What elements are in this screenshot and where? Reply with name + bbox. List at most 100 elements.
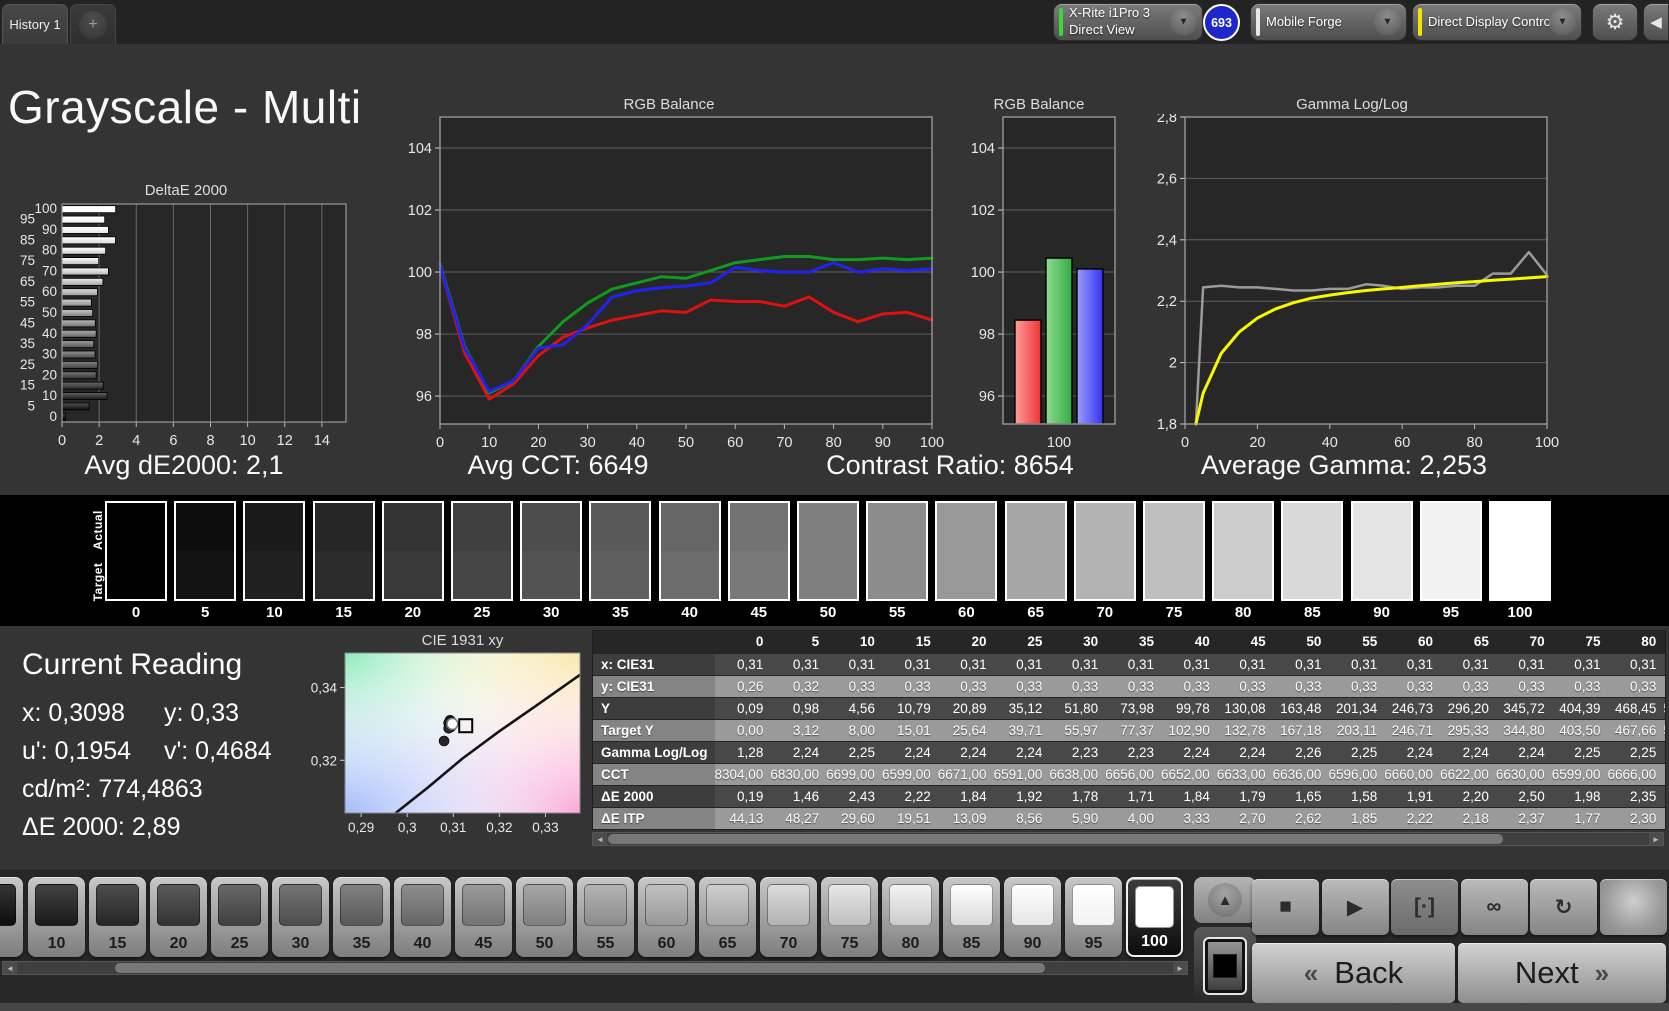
deltae-chart-plot: 1009590858075706560555045403530252015105… <box>20 201 347 449</box>
pattern-window-icon <box>1203 937 1247 995</box>
table-scrollbar-thumb[interactable] <box>608 834 1503 844</box>
swatch-level-label: 45 <box>750 604 768 621</box>
meter-status-accent <box>1059 8 1063 36</box>
svg-text:20: 20 <box>1249 435 1265 451</box>
pattern-level-button-75[interactable]: 75 <box>821 877 878 957</box>
swatch-actual-target <box>935 501 998 601</box>
table-cell: 1,91 <box>1384 785 1441 808</box>
pattern-level-button-30[interactable]: 30 <box>272 877 329 957</box>
table-col-header: 45 <box>1216 631 1273 654</box>
source-device-button[interactable]: Mobile Forge ▼ <box>1250 3 1407 41</box>
grayscale-swatch-0: 0 <box>105 501 167 621</box>
table-cell: 2,24 <box>770 741 827 764</box>
svg-text:80: 80 <box>826 435 842 451</box>
table-cell: 0,19 <box>714 785 771 808</box>
back-button[interactable]: « Back <box>1252 943 1455 1003</box>
pattern-level-button-100[interactable]: 100 <box>1126 877 1183 957</box>
pattern-level-button-70[interactable]: 70 <box>760 877 817 957</box>
tab-history-1[interactable]: History 1 <box>2 4 68 44</box>
play-button[interactable]: ▶ <box>1321 879 1389 935</box>
settings-button[interactable]: ⚙ <box>1592 3 1638 41</box>
pattern-level-button-60[interactable]: 60 <box>638 877 695 957</box>
pattern-level-button-40[interactable]: 40 <box>394 877 451 957</box>
table-cell: 10,79 <box>881 697 938 720</box>
control-status-accent <box>1418 8 1422 36</box>
extra-button[interactable] <box>1599 879 1667 935</box>
svg-text:50: 50 <box>42 305 57 320</box>
meter-device-button[interactable]: X-Rite i1Pro 3 Direct View ▼ <box>1053 3 1203 41</box>
chevron-down-icon[interactable]: ▼ <box>1549 8 1576 36</box>
table-cell: 2,25 <box>826 741 882 764</box>
add-tab-button[interactable]: + <box>70 4 116 44</box>
table-row-label: ΔE 2000 <box>593 785 715 808</box>
table-cell: 345,72 <box>1495 697 1552 720</box>
chevron-down-icon[interactable]: ▼ <box>1374 8 1401 36</box>
scroll-right-icon[interactable]: ► <box>1173 962 1187 974</box>
level-swatch <box>0 884 16 926</box>
table-cell: 0,33 <box>1663 675 1665 698</box>
svg-text:1,8: 1,8 <box>1157 417 1177 433</box>
table-cell: 0,31 <box>1161 653 1217 676</box>
svg-text:0,31: 0,31 <box>440 820 466 835</box>
svg-text:70: 70 <box>776 435 792 451</box>
swatch-actual-target <box>1004 501 1067 601</box>
svg-text:100: 100 <box>920 435 944 451</box>
continuous-button[interactable]: ∞ <box>1460 879 1528 935</box>
swatch-level-label: 10 <box>266 604 283 621</box>
stop-button[interactable]: ■ <box>1252 879 1319 935</box>
level-swatch <box>157 884 200 926</box>
table-cell: 344,80 <box>1495 719 1552 742</box>
measure-button[interactable]: [·] <box>1391 879 1458 935</box>
svg-text:14: 14 <box>314 433 330 449</box>
pattern-window-raise-button[interactable]: ▲ <box>1194 877 1256 923</box>
level-swatch <box>767 884 810 926</box>
pattern-level-button-65[interactable]: 65 <box>699 877 756 957</box>
table-cell: 8,00 <box>826 719 882 742</box>
level-scrollbar-thumb[interactable] <box>115 963 1045 973</box>
chevron-down-icon[interactable]: ▼ <box>1170 8 1197 36</box>
grayscale-swatch-70: 70 <box>1073 501 1136 621</box>
level-swatch <box>889 884 932 926</box>
pattern-level-button-50[interactable]: 50 <box>516 877 573 957</box>
table-scrollbar[interactable]: ◄ ► <box>592 832 1664 846</box>
refresh-button[interactable]: ↻ <box>1530 879 1597 935</box>
table-cell: 6596,00 <box>1328 763 1385 786</box>
table-col-header: 20 <box>937 631 994 654</box>
pattern-level-button-10[interactable]: 10 <box>28 877 85 957</box>
display-control-button[interactable]: Direct Display Control ▼ <box>1412 3 1582 41</box>
pattern-level-button-45[interactable]: 45 <box>455 877 512 957</box>
pattern-level-button-95[interactable]: 95 <box>1065 877 1122 957</box>
level-scrollbar[interactable]: ◄ ► <box>2 961 1188 975</box>
table-cell: 1,71 <box>1105 785 1162 808</box>
svg-text:10: 10 <box>240 433 256 449</box>
svg-text:20: 20 <box>42 367 57 382</box>
table-cell: 6666,00 <box>1607 763 1664 786</box>
pattern-level-button-35[interactable]: 35 <box>333 877 390 957</box>
table-cell: 2,50 <box>1495 785 1552 808</box>
pattern-window-button[interactable] <box>1194 927 1256 1005</box>
pattern-level-button-25[interactable]: 25 <box>211 877 268 957</box>
scroll-left-icon[interactable]: ◄ <box>3 962 17 974</box>
pattern-level-button-15[interactable]: 15 <box>89 877 146 957</box>
scroll-left-icon[interactable]: ◄ <box>593 833 607 845</box>
collapse-panel-button[interactable]: ◀ <box>1643 3 1669 41</box>
table-col-header: 80 <box>1607 631 1664 654</box>
pattern-level-button-90[interactable]: 90 <box>1004 877 1061 957</box>
svg-text:5: 5 <box>27 398 35 413</box>
table-cell: 73,98 <box>1105 697 1162 720</box>
table-cell: 0,31 <box>1551 653 1608 676</box>
pattern-level-button-85[interactable]: 85 <box>943 877 1000 957</box>
scroll-right-icon[interactable]: ► <box>1649 833 1663 845</box>
table-cell: 2,24 <box>993 741 1050 764</box>
level-swatch <box>340 884 383 926</box>
pattern-level-button-80[interactable]: 80 <box>882 877 939 957</box>
pattern-level-button-5[interactable] <box>0 877 23 957</box>
table-cell: 6622,00 <box>1440 763 1496 786</box>
table-cell: 0,33 <box>1551 675 1608 698</box>
next-button[interactable]: Next » <box>1458 943 1666 1003</box>
pattern-level-button-20[interactable]: 20 <box>150 877 207 957</box>
table-col-header: 30 <box>1049 631 1106 654</box>
table-cell: 201,34 <box>1328 697 1385 720</box>
meter-count-badge[interactable]: 693 <box>1203 4 1240 41</box>
pattern-level-button-55[interactable]: 55 <box>577 877 634 957</box>
